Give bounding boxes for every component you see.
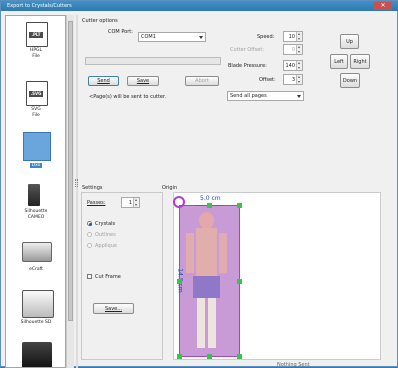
device-label-hpgl: HPGL File: [29, 48, 43, 59]
device-item-ecraft[interactable]: eCraft: [6, 240, 65, 280]
resize-handle-top-right[interactable]: [237, 203, 242, 208]
origin-handle-icon[interactable]: [173, 196, 185, 208]
applique-radio[interactable]: [87, 243, 92, 248]
export-window: Export to Crystals/Cutters ✕ .PLT HPGL F…: [0, 0, 398, 368]
device-item-svg[interactable]: .SVG SVG File: [6, 81, 65, 121]
origin-heading: Origin: [162, 185, 178, 191]
com-port-value: COM1: [141, 34, 156, 40]
device-list[interactable]: .PLT HPGL File .SVG SVG File Dxo Silhoue…: [5, 15, 66, 368]
resize-handle-bottom[interactable]: [207, 354, 212, 359]
plt-file-tag: .PLT: [29, 32, 43, 38]
ecraft-icon: [22, 242, 52, 262]
cutter-device-icon: [22, 342, 52, 367]
figure-left-leg: [197, 298, 205, 348]
spinner-arrows-icon: [296, 75, 302, 84]
plt-file-icon: .PLT: [26, 22, 48, 47]
abort-button[interactable]: Abort: [185, 76, 219, 86]
svg-file-tag: .SVG: [29, 91, 43, 97]
chevron-down-icon: [199, 36, 203, 39]
offset-label: Offset:: [259, 77, 276, 83]
spinner-arrows-icon: [296, 45, 302, 54]
cutter-options-heading: Cutter options: [82, 18, 118, 24]
pages-value: Send all pages: [230, 93, 267, 99]
window-title: Export to Crystals/Cutters: [1, 1, 398, 11]
settings-save-button[interactable]: Save...: [93, 303, 134, 314]
com-port-label: COM Port:: [108, 29, 133, 35]
cutter-offset-spinner[interactable]: 0: [283, 44, 303, 55]
resize-handle-left[interactable]: [177, 279, 182, 284]
cut-preview[interactable]: 5.0 cm 14.5 cm: [173, 192, 381, 360]
figure-head: [199, 212, 214, 229]
spinner-arrows-icon: [296, 61, 302, 70]
device-item-silhouette-cameo[interactable]: Silhouette CAMEO: [6, 184, 65, 228]
pages-select[interactable]: Send all pages: [227, 91, 304, 101]
resize-handle-bottom-left[interactable]: [177, 354, 182, 359]
offset-value: 3: [291, 77, 295, 83]
figure-right-leg: [208, 298, 216, 348]
cutter-offset-value: 0: [291, 47, 295, 53]
settings-group: [81, 192, 163, 360]
width-dimension-label: 5.0 cm: [200, 195, 221, 202]
silhouette-sd-icon: [22, 290, 54, 318]
cut-frame-label: Cut Frame: [95, 274, 121, 280]
applique-label: Applique: [95, 243, 117, 249]
device-label-dxo: Dxo: [29, 163, 43, 168]
spinner-arrows-icon: [296, 32, 302, 41]
passes-spinner[interactable]: 1: [121, 197, 140, 208]
splitter-grip-icon: [75, 179, 78, 187]
send-button[interactable]: Send: [88, 76, 119, 86]
sidebar-scrollbar-thumb[interactable]: [68, 21, 73, 321]
cutter-offset-label: Cutter Offset:: [230, 47, 265, 53]
left-button[interactable]: Left: [330, 54, 348, 69]
device-label-silhouette-cameo: Silhouette CAMEO: [24, 209, 48, 220]
offset-spinner[interactable]: 3: [283, 74, 303, 85]
outlines-radio[interactable]: [87, 232, 92, 237]
blade-pressure-value: 140: [285, 63, 295, 69]
device-label-silhouette-sd: Silhouette SD: [20, 320, 52, 325]
resize-handle-right[interactable]: [237, 279, 242, 284]
speed-value: 10: [288, 34, 295, 40]
outlines-label: Outlines: [95, 232, 116, 238]
up-button[interactable]: Up: [340, 34, 359, 49]
figure-skirt: [193, 276, 220, 298]
passes-label: Passes:: [87, 200, 106, 206]
device-item-silhouette-sd[interactable]: Silhouette SD: [6, 290, 65, 334]
passes-value: 1: [128, 200, 132, 206]
blade-pressure-spinner[interactable]: 140: [283, 60, 303, 71]
down-button[interactable]: Down: [340, 73, 360, 88]
splitter[interactable]: [76, 15, 78, 368]
send-progress-bar: [85, 57, 221, 65]
status-text: <Page(s) will be sent to cutter.: [89, 94, 167, 100]
resize-handle-bottom-right[interactable]: [237, 354, 242, 359]
blade-pressure-label: Blade Pressure:: [228, 63, 267, 69]
device-label-ecraft: eCraft: [29, 267, 43, 272]
chevron-down-icon: [297, 95, 301, 98]
crystals-radio[interactable]: [87, 221, 92, 226]
speed-label: Speed:: [257, 34, 275, 40]
figure-right-arm: [219, 233, 227, 273]
figure-left-arm: [186, 233, 194, 273]
save-cut-button[interactable]: Save: [127, 76, 159, 86]
speed-spinner[interactable]: 10: [283, 31, 303, 42]
dxo-cutter-icon: [23, 132, 51, 161]
com-port-select[interactable]: COM1: [138, 32, 206, 42]
figure-torso: [196, 228, 217, 276]
crystals-label: Crystals: [95, 221, 116, 227]
settings-heading: Settings: [82, 185, 103, 191]
preview-status-label: Nothing Sent: [277, 362, 310, 368]
cut-frame-checkbox[interactable]: [87, 274, 92, 279]
close-button[interactable]: ✕: [374, 2, 392, 10]
svg-file-icon: .SVG: [26, 81, 48, 106]
device-item-hpgl[interactable]: .PLT HPGL File: [6, 22, 65, 62]
spinner-arrows-icon: [133, 198, 139, 207]
resize-handle-top[interactable]: [207, 203, 212, 208]
device-item-next[interactable]: [6, 342, 65, 367]
sidebar-scrollbar[interactable]: [66, 15, 74, 368]
device-item-dxo[interactable]: Dxo: [6, 132, 65, 172]
right-button[interactable]: Right: [350, 54, 370, 69]
silhouette-cameo-icon: [28, 184, 40, 206]
device-label-svg: SVG File: [31, 107, 41, 118]
